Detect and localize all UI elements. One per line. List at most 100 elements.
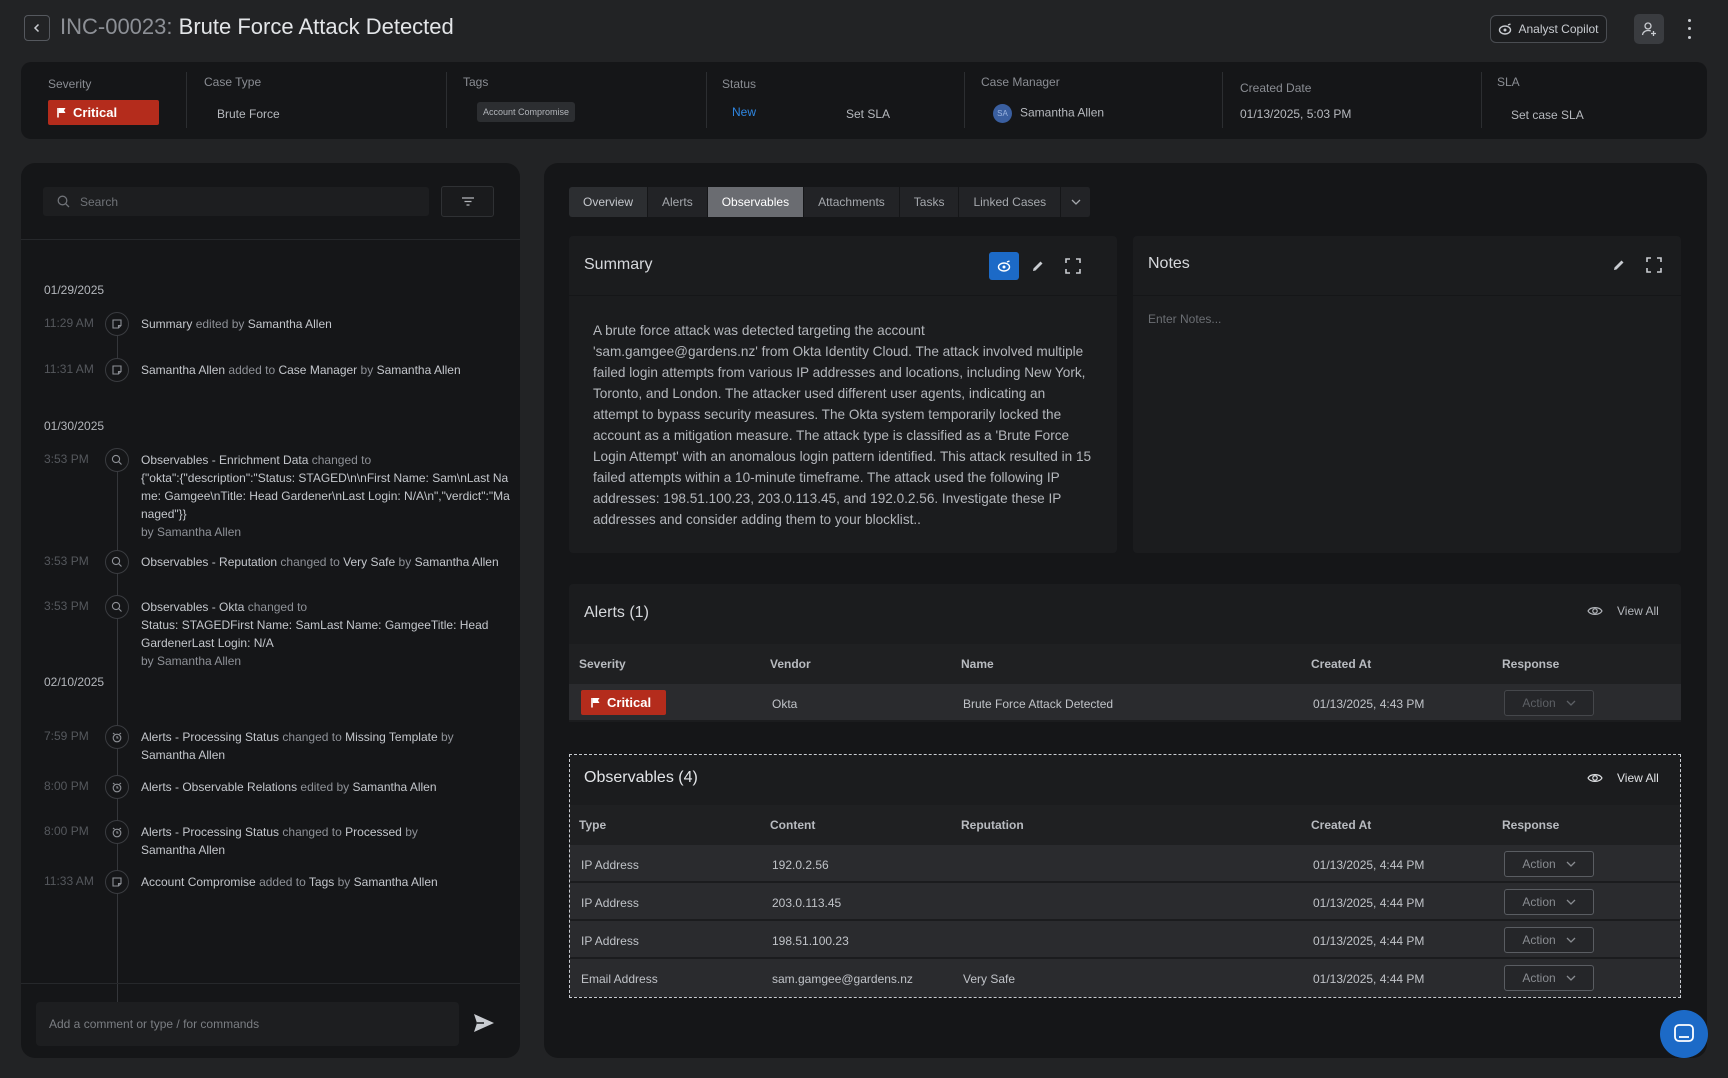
send-icon [474, 1014, 494, 1032]
timeline-date: 01/29/2025 [44, 283, 105, 297]
tab-overview[interactable]: Overview [569, 187, 649, 217]
tab-alerts[interactable]: Alerts [648, 187, 708, 217]
alert-created: 01/13/2025, 4:43 PM [1313, 697, 1425, 711]
column-header: Reputation [961, 818, 1024, 832]
chevron-down-icon [1566, 899, 1576, 905]
more-tabs-button[interactable] [1061, 187, 1092, 217]
fullscreen-icon [1065, 258, 1081, 274]
copilot-icon [997, 260, 1011, 272]
event-time: 3:53 PM [44, 599, 89, 613]
notes-input[interactable]: Enter Notes... [1148, 312, 1221, 326]
edit-summary-button[interactable] [1028, 256, 1048, 276]
pencil-icon [1614, 260, 1624, 270]
observable-content: sam.gamgee@gardens.nz [772, 972, 913, 986]
tags-field: Tags [463, 72, 488, 89]
event-time: 8:00 PM [44, 824, 89, 838]
column-header: Created At [1311, 657, 1372, 671]
action-label: Action [1522, 895, 1556, 909]
chevron-down-icon [1071, 199, 1081, 205]
severity-label: Severity [48, 77, 92, 91]
column-header: Vendor [770, 657, 811, 671]
event-text: Alerts - Processing Status changed to Mi… [141, 730, 454, 762]
action-label: Action [1522, 933, 1556, 947]
observable-created: 01/13/2025, 4:44 PM [1313, 896, 1425, 910]
analyst-copilot-button[interactable]: Analyst Copilot [1490, 15, 1607, 43]
chat-support-button[interactable] [1660, 1010, 1708, 1058]
case-meta-bar: Severity Critical Case Type Brute Force … [21, 62, 1707, 139]
tab-linked-cases[interactable]: Linked Cases [959, 187, 1062, 217]
tags-label: Tags [463, 75, 489, 89]
status-value[interactable]: New [732, 105, 756, 119]
chevron-down-icon [1566, 700, 1576, 706]
observables-view-all-link[interactable]: View All [1587, 771, 1659, 785]
notes-title: Notes [1148, 255, 1190, 272]
created-date-label: Created Date [1240, 81, 1312, 95]
filter-button[interactable] [441, 186, 494, 217]
tab-attachments[interactable]: Attachments [804, 187, 900, 217]
note-icon [105, 312, 129, 336]
observable-content: 198.51.100.23 [772, 934, 849, 948]
severity-value: Critical [73, 105, 118, 120]
action-dropdown[interactable]: Action [1504, 927, 1594, 953]
table-row[interactable]: IP Address 198.51.100.23 01/13/2025, 4:4… [569, 921, 1681, 959]
severity-badge[interactable]: Critical [48, 100, 159, 125]
more-options-button[interactable] [1682, 16, 1696, 42]
observable-created: 01/13/2025, 4:44 PM [1313, 934, 1425, 948]
search-placeholder: Search [80, 194, 119, 209]
expand-notes-button[interactable] [1644, 255, 1664, 275]
chevron-down-icon [1566, 861, 1576, 867]
copilot-icon [1499, 23, 1512, 35]
assign-user-button[interactable] [1634, 14, 1664, 44]
table-row[interactable]: IP Address 203.0.113.45 01/13/2025, 4:44… [569, 883, 1681, 921]
action-dropdown[interactable]: Action [1504, 965, 1594, 991]
tag-chip[interactable]: Account Compromise [477, 102, 576, 122]
severity-value: Critical [607, 695, 652, 710]
action-dropdown[interactable]: Action [1504, 690, 1594, 716]
comment-input[interactable]: Add a comment or type / for commands [36, 1002, 459, 1046]
status-label: Status [722, 77, 757, 91]
table-row[interactable]: IP Address 192.0.2.56 01/13/2025, 4:44 P… [569, 845, 1681, 883]
observable-type: IP Address [581, 858, 639, 872]
observable-created: 01/13/2025, 4:44 PM [1313, 972, 1425, 986]
table-row[interactable]: Email Address sam.gamgee@gardens.nz Very… [569, 959, 1681, 997]
column-header: Response [1502, 657, 1560, 671]
expand-summary-button[interactable] [1063, 256, 1083, 276]
event-time: 7:59 PM [44, 729, 89, 743]
send-button[interactable] [473, 1013, 495, 1036]
timeline-search-input[interactable]: Search [43, 187, 429, 216]
event-text: Alerts - Processing Status changed to Pr… [141, 825, 418, 857]
action-dropdown[interactable]: Action [1504, 889, 1594, 915]
alerts-view-all-link[interactable]: View All [1587, 604, 1659, 618]
set-sla-link[interactable]: Set SLA [846, 107, 890, 121]
table-row[interactable]: Critical Okta Brute Force Attack Detecte… [569, 684, 1681, 722]
case-type-value[interactable]: Brute Force [217, 107, 280, 121]
action-label: Action [1522, 857, 1556, 871]
column-header: Response [1502, 818, 1560, 832]
event-text: Samantha Allen added to Case Manager by … [141, 363, 461, 377]
case-manager-value[interactable]: SA Samantha Allen [993, 104, 1104, 123]
event-time: 8:00 PM [44, 779, 89, 793]
eye-icon [1587, 774, 1603, 782]
case-manager-name: Samantha Allen [1020, 105, 1105, 120]
case-type-label: Case Type [204, 75, 262, 89]
event-text: Observables - Okta changed to Status: STA… [141, 600, 489, 668]
search-icon [105, 595, 129, 619]
column-header: Created At [1311, 818, 1372, 832]
edit-notes-button[interactable] [1609, 255, 1629, 275]
tab-tasks[interactable]: Tasks [899, 187, 960, 217]
summary-copilot-button[interactable] [989, 252, 1019, 280]
alerts-card: Alerts (1) View All Severity Vendor Name… [569, 584, 1681, 722]
set-case-sla-link[interactable]: Set case SLA [1511, 108, 1584, 122]
back-button[interactable] [24, 15, 50, 41]
tab-observables[interactable]: Observables [707, 187, 805, 217]
flag-icon [57, 108, 66, 118]
alarm-icon [105, 820, 129, 844]
view-all-label: View All [1617, 604, 1659, 618]
action-dropdown[interactable]: Action [1504, 851, 1594, 877]
created-date-field: Created Date [1240, 72, 1311, 95]
chat-icon [1674, 1024, 1694, 1042]
alerts-table-header: Severity Vendor Name Created At Response [569, 644, 1681, 684]
action-label: Action [1522, 696, 1556, 710]
event-text: Summary edited by Samantha Allen [141, 317, 332, 331]
column-header: Content [770, 818, 816, 832]
